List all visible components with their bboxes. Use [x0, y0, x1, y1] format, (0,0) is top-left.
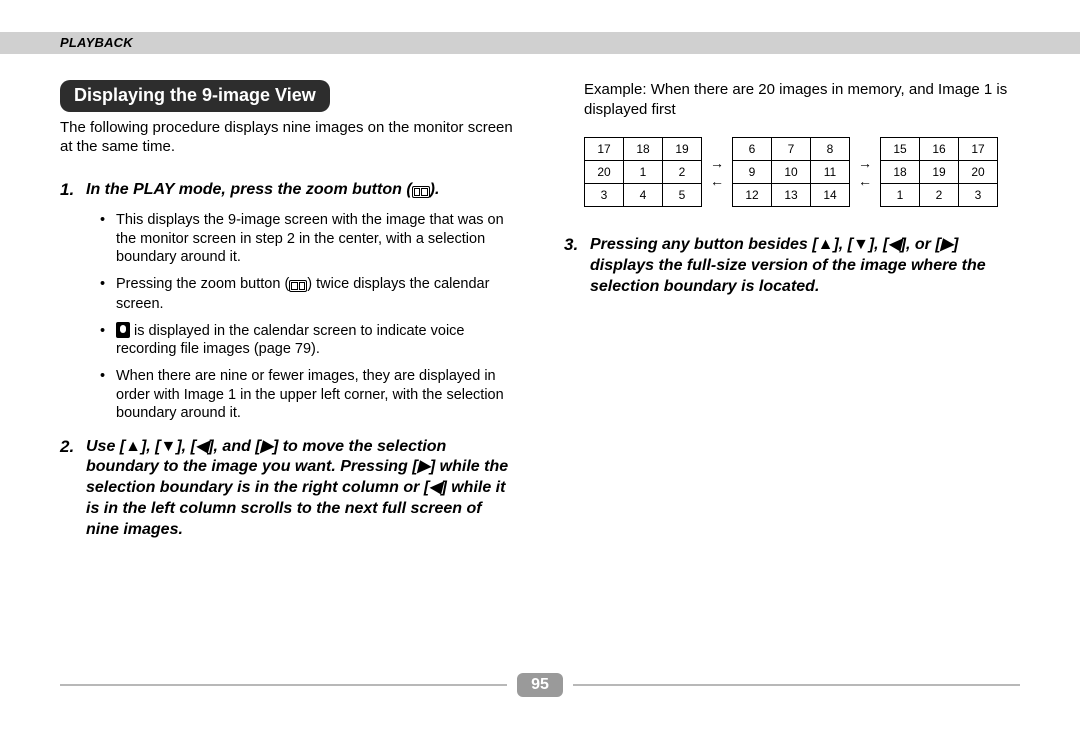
grid-2: 678 91011 121314: [732, 137, 850, 207]
step-1-bullets: • This displays the 9-image screen with …: [100, 211, 516, 422]
cell: 6: [733, 138, 772, 161]
step-1-text-b: ).: [430, 181, 440, 198]
cell: 3: [959, 184, 998, 207]
cell: 18: [881, 161, 920, 184]
cell: 2: [920, 184, 959, 207]
cell: 15: [881, 138, 920, 161]
step-2: 2. Use [▲], [▼], [◀], and [▶] to move th…: [60, 437, 516, 541]
step-1: 1. In the PLAY mode, press the zoom butt…: [60, 180, 516, 203]
zoom-out-icon: [289, 277, 307, 296]
grid-1: 171819 2012 345: [584, 137, 702, 207]
bullet-dot: •: [100, 211, 110, 267]
arrow-left-icon: ←: [710, 174, 724, 188]
bullet-4: • When there are nine or fewer images, t…: [100, 367, 516, 423]
step-1-number: 1.: [60, 180, 80, 203]
cell: 18: [624, 138, 663, 161]
arrow-pair-1: → ←: [710, 156, 724, 188]
cell: 14: [811, 184, 850, 207]
page-footer: 95: [60, 672, 1020, 698]
bullet-dot: •: [100, 367, 110, 423]
example-text: Example: When there are 20 images in mem…: [584, 80, 1020, 119]
cell: 9: [733, 161, 772, 184]
bullet-2-text: Pressing the zoom button () twice displa…: [116, 275, 516, 314]
cell: 19: [920, 161, 959, 184]
bullet-3: • is displayed in the calendar screen to…: [100, 322, 516, 359]
footer-rule-left: [60, 684, 507, 686]
cell: 17: [959, 138, 998, 161]
bullet-1-text: This displays the 9-image screen with th…: [116, 211, 516, 267]
arrow-left-icon: ←: [858, 174, 872, 188]
step-3-number: 3.: [564, 235, 584, 297]
bullet-2-text-a: Pressing the zoom button (: [116, 276, 289, 292]
right-column: Example: When there are 20 images in mem…: [564, 80, 1020, 549]
example-label: Example:: [584, 81, 647, 98]
section-title: Displaying the 9-image View: [60, 80, 330, 112]
bullet-dot: •: [100, 275, 110, 314]
page-number: 95: [517, 673, 563, 697]
step-3: 3. Pressing any button besides [▲], [▼],…: [564, 235, 1020, 297]
cell: 12: [733, 184, 772, 207]
cell: 7: [772, 138, 811, 161]
step-1-text: In the PLAY mode, press the zoom button …: [86, 180, 439, 203]
bullet-dot: •: [100, 322, 110, 359]
step-1-text-a: In the PLAY mode, press the zoom button …: [86, 181, 412, 198]
cell: 1: [624, 161, 663, 184]
bullet-3-text: is displayed in the calendar screen to i…: [116, 322, 516, 359]
example-body: When there are 20 images in memory, and …: [584, 81, 1007, 118]
section-header: PLAYBACK: [60, 32, 133, 54]
example-grids: 171819 2012 345 → ← 678 91011 121314 → ←…: [584, 137, 1020, 207]
header-band: [0, 32, 1080, 54]
cell: 13: [772, 184, 811, 207]
grid-3: 151617 181920 123: [880, 137, 998, 207]
footer-rule-right: [573, 684, 1020, 686]
step-2-number: 2.: [60, 437, 80, 541]
cell: 1: [881, 184, 920, 207]
cell: 19: [663, 138, 702, 161]
arrow-right-icon: →: [710, 156, 724, 170]
cell: 16: [920, 138, 959, 161]
voice-recording-icon: [116, 322, 130, 338]
cell: 3: [585, 184, 624, 207]
cell: 20: [585, 161, 624, 184]
arrow-right-icon: →: [858, 156, 872, 170]
cell: 17: [585, 138, 624, 161]
bullet-1: • This displays the 9-image screen with …: [100, 211, 516, 267]
cell: 5: [663, 184, 702, 207]
cell: 2: [663, 161, 702, 184]
zoom-out-icon: [412, 182, 430, 203]
step-2-text: Use [▲], [▼], [◀], and [▶] to move the s…: [86, 437, 516, 541]
bullet-3-text-content: is displayed in the calendar screen to i…: [116, 323, 465, 358]
cell: 11: [811, 161, 850, 184]
bullet-4-text: When there are nine or fewer images, the…: [116, 367, 516, 423]
intro-text: The following procedure displays nine im…: [60, 118, 516, 156]
content-columns: Displaying the 9-image View The followin…: [60, 80, 1020, 549]
cell: 4: [624, 184, 663, 207]
arrow-pair-2: → ←: [858, 156, 872, 188]
bullet-2: • Pressing the zoom button () twice disp…: [100, 275, 516, 314]
cell: 20: [959, 161, 998, 184]
cell: 10: [772, 161, 811, 184]
cell: 8: [811, 138, 850, 161]
left-column: Displaying the 9-image View The followin…: [60, 80, 516, 549]
step-3-text: Pressing any button besides [▲], [▼], [◀…: [590, 235, 1020, 297]
